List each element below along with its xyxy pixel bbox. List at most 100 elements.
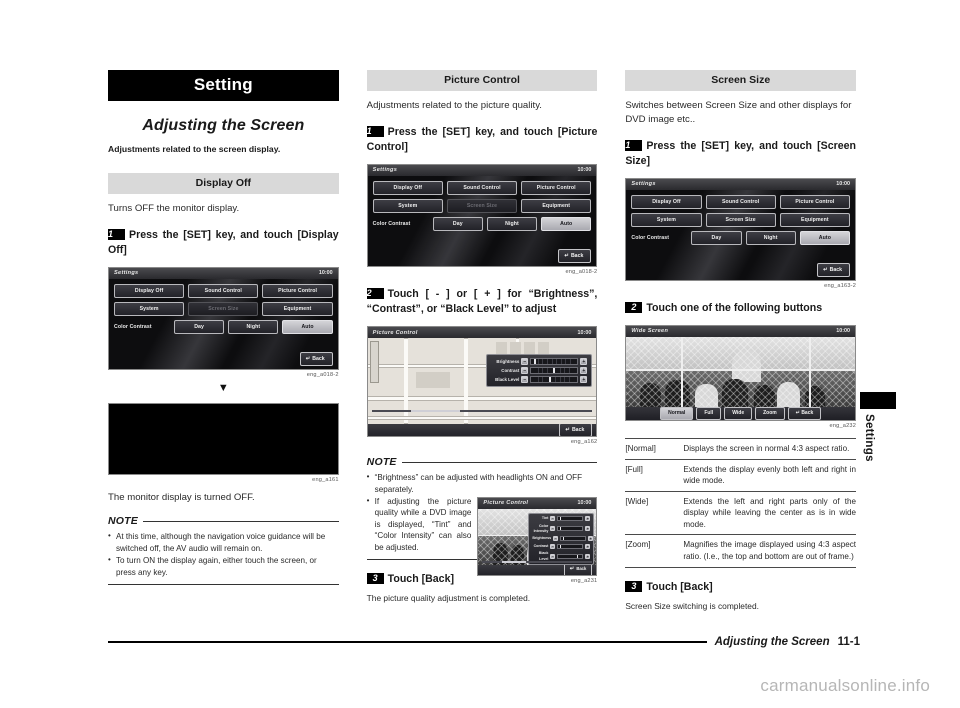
screen-back-button[interactable]: ↵ Back <box>817 262 851 277</box>
note-item-with-figure: Picture Control 10:00 <box>367 495 598 584</box>
screen-button-display-off[interactable]: Display Off <box>372 180 443 195</box>
step-text: Touch [Back] <box>387 573 454 586</box>
screen-button-sound-control[interactable]: Sound Control <box>446 180 518 195</box>
screen-button-auto[interactable]: Auto <box>799 230 850 245</box>
step-number: 3 <box>366 573 384 585</box>
note-header: NOTE <box>367 456 598 468</box>
screen-button-night[interactable]: Night <box>486 216 538 231</box>
screen-back-button[interactable]: ↵ Back <box>787 406 822 420</box>
screen-button-picture-control[interactable]: Picture Control <box>262 283 333 298</box>
result-picture-control: The picture quality adjustment is comple… <box>366 593 531 604</box>
plus-button[interactable]: + <box>580 376 588 383</box>
screen-size-button-normal[interactable]: Normal <box>660 406 694 420</box>
screen-button-auto[interactable]: Auto <box>541 216 592 231</box>
step-1-picture-control: 1 Press the [SET] key, and touch [Picture… <box>366 125 597 155</box>
screen-button-system[interactable]: System <box>114 301 185 316</box>
screen-size-button-full[interactable]: Full <box>696 406 722 420</box>
table-row: [Full] Extends the display evenly both l… <box>625 459 857 491</box>
figure-caption: eng_a163-2 <box>824 282 857 289</box>
slider-track[interactable] <box>557 554 584 560</box>
screen-button-display-off[interactable]: Display Off <box>114 283 185 298</box>
screen-button-system[interactable]: System <box>631 212 702 227</box>
minus-button[interactable]: − <box>521 358 529 365</box>
result-screen-size: Screen Size switching is completed. <box>625 600 759 611</box>
screen-titlebar: Wide Screen 10:00 <box>626 325 856 337</box>
screen-button-day[interactable]: Day <box>691 230 742 245</box>
screen-button-row-1: Display Off Sound Control Picture Contro… <box>372 180 592 195</box>
plus-button[interactable]: + <box>585 516 591 522</box>
screen-button-row-2: System Screen Size Equipment <box>631 212 850 227</box>
slider-track[interactable] <box>530 367 579 374</box>
slider-track[interactable] <box>557 526 584 532</box>
screen-title: Settings <box>114 270 139 277</box>
minus-button[interactable]: − <box>550 516 556 522</box>
figure-caption: eng_a231 <box>570 578 598 584</box>
table-row: [Wide] Extends the left and right parts … <box>625 491 857 534</box>
minus-button[interactable]: − <box>521 367 529 374</box>
screen-back-button[interactable]: ↵ Back <box>559 423 593 437</box>
minus-button[interactable]: − <box>550 526 556 532</box>
screen-button-equipment[interactable]: Equipment <box>779 212 850 227</box>
step-2-picture-control: 2 Touch [ - ] or [ + ] for “Brightness”, … <box>366 287 597 317</box>
screen-button-night[interactable]: Night <box>228 319 279 334</box>
minus-button[interactable]: − <box>521 376 529 383</box>
note-header: NOTE <box>108 515 339 527</box>
minus-button[interactable]: − <box>550 554 556 560</box>
screen-button-equipment[interactable]: Equipment <box>262 301 333 316</box>
step-number: 1 <box>108 228 125 240</box>
screen-button-day[interactable]: Day <box>432 216 483 231</box>
screen-back-button[interactable]: ↵ Back <box>563 563 593 575</box>
screen-back-button[interactable]: ↵ Back <box>299 351 333 366</box>
screen-button-sound-control[interactable]: Sound Control <box>188 283 259 298</box>
screen-size-button-zoom[interactable]: Zoom <box>755 406 785 420</box>
screen-titlebar: Settings 10:00 <box>367 164 597 176</box>
plus-button[interactable]: + <box>580 358 588 365</box>
screen-button-equipment[interactable]: Equipment <box>521 198 592 213</box>
plus-button[interactable]: + <box>585 554 591 560</box>
screen-button-night[interactable]: Night <box>745 230 796 245</box>
minus-button[interactable]: − <box>550 543 556 549</box>
screen-color-contrast-row: Color Contrast Day Night Auto <box>114 319 333 334</box>
plus-button[interactable]: + <box>585 526 591 532</box>
section-title: Adjusting the Screen <box>142 117 305 134</box>
slider-track[interactable] <box>557 516 584 522</box>
dvd-video-frame: Tint − + Color Intensity − + Brightness … <box>478 509 597 565</box>
screen-button-sound-control[interactable]: Sound Control <box>705 194 776 209</box>
figure-wide-screen: Wide Screen 10:00 Normal Full Wide Zoom … <box>625 324 857 429</box>
page-title: Setting <box>108 70 339 101</box>
screen-button-screen-size[interactable]: Screen Size <box>705 212 776 227</box>
slider-track[interactable] <box>530 376 579 383</box>
screen-color-contrast-row: Color Contrast Day Night Auto <box>631 230 850 245</box>
footer-page-number: 11-1 <box>837 636 860 648</box>
screen-button-day[interactable]: Day <box>174 319 225 334</box>
slider-track[interactable] <box>560 536 587 542</box>
heading-display-off: Display Off <box>108 172 339 194</box>
back-label: Back <box>570 252 584 259</box>
note-list: At this time, although the navigation vo… <box>108 530 339 578</box>
slider-row-contrast: Contrast − + <box>532 543 591 549</box>
screen-button-display-off[interactable]: Display Off <box>631 194 702 209</box>
plus-button[interactable]: + <box>585 543 591 549</box>
figure-settings-screen-1: Settings 10:00 Display Off Sound Control… <box>108 266 339 378</box>
screen-button-system[interactable]: System <box>372 198 443 213</box>
screen-title: Settings <box>631 181 656 188</box>
screen-button-auto[interactable]: Auto <box>282 319 333 334</box>
screen-back-button[interactable]: ↵ Back <box>558 248 592 263</box>
minus-button[interactable]: − <box>553 536 559 542</box>
column-screen-size: Screen Size Switches between Screen Size… <box>625 70 857 615</box>
slider-track[interactable] <box>557 543 584 549</box>
back-label: Back <box>801 410 814 417</box>
figure-caption: eng_a232 <box>829 422 857 429</box>
step-2-screen-size: 2 Touch one of the following buttons <box>625 301 856 316</box>
screen-button-picture-control[interactable]: Picture Control <box>779 194 850 209</box>
step-3-screen-size: 3 Touch [Back] <box>625 580 856 595</box>
screen-clock: 10:00 <box>836 328 851 335</box>
screen-button-picture-control[interactable]: Picture Control <box>521 180 592 195</box>
screen-button-screen-size: Screen Size <box>446 198 518 213</box>
plus-button[interactable]: + <box>580 367 588 374</box>
map-scrollbar[interactable] <box>371 410 593 413</box>
slider-track[interactable] <box>530 358 579 365</box>
plus-button[interactable]: + <box>588 536 594 542</box>
device-screen-settings: Settings 10:00 Display Off Sound Control… <box>366 163 598 267</box>
screen-size-button-wide[interactable]: Wide <box>724 406 753 420</box>
